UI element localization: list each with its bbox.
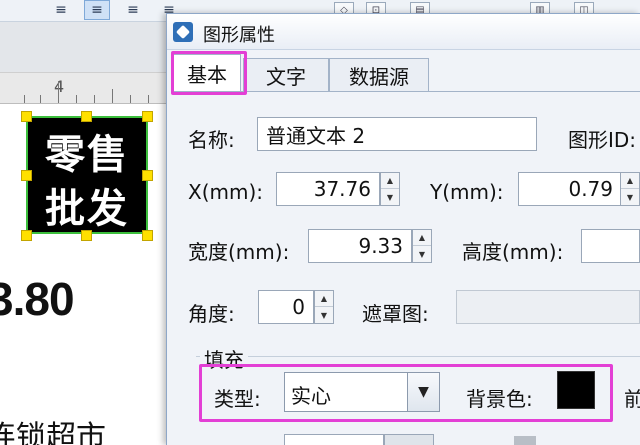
y-input[interactable]: 0.79 [518, 172, 622, 206]
spin-down-icon[interactable]: ▼ [315, 307, 333, 323]
canvas-margin [0, 22, 166, 72]
dialog-title: 图形属性 [203, 25, 275, 46]
resize-handle[interactable] [21, 170, 32, 181]
x-spinner[interactable]: ▲ ▼ [380, 172, 400, 206]
foreground-color-label: 前 [624, 387, 640, 411]
resize-handle[interactable] [21, 230, 32, 241]
spin-down-icon[interactable]: ▼ [413, 246, 431, 262]
shape-id-label: 图形ID: [568, 128, 637, 152]
tab-data-source[interactable]: 数据源 [329, 58, 429, 92]
width-spinner[interactable]: ▲ ▼ [412, 229, 432, 263]
spin-up-icon[interactable]: ▲ [381, 173, 399, 189]
label-line-2: 批发 [45, 186, 129, 232]
spin-up-icon[interactable]: ▲ [413, 230, 431, 246]
partial-control[interactable] [514, 436, 536, 445]
y-spinner[interactable]: ▲ ▼ [620, 172, 640, 206]
partial-control[interactable] [384, 434, 434, 445]
x-input[interactable]: 37.76 [276, 172, 380, 206]
dialog-titlebar[interactable]: 图形属性 [167, 14, 640, 50]
label-line-1: 零售 [45, 132, 129, 178]
tab-text[interactable]: 文字 [243, 58, 329, 92]
angle-spinner[interactable]: ▲ ▼ [314, 290, 334, 324]
tab-highlight-annotation [171, 51, 247, 95]
horizontal-ruler: 4 [0, 72, 166, 104]
height-label: 高度(mm): [462, 240, 564, 264]
width-input[interactable]: 9.33 [308, 229, 412, 263]
x-label: X(mm): [188, 180, 264, 204]
name-input[interactable]: 普通文本 2 [257, 117, 537, 151]
mask-image-input [456, 290, 640, 324]
spin-down-icon[interactable]: ▼ [621, 189, 639, 205]
fill-group-border [196, 356, 640, 357]
y-label: Y(mm): [430, 180, 504, 204]
resize-handle[interactable] [81, 230, 92, 241]
resize-handle[interactable] [21, 111, 32, 122]
spin-down-icon[interactable]: ▼ [381, 189, 399, 205]
app-icon [173, 22, 193, 42]
width-label: 宽度(mm): [188, 240, 290, 264]
fill-highlight-annotation [199, 364, 613, 422]
mask-image-label: 遮罩图: [362, 302, 429, 326]
shop-name-text[interactable]: 连锁超市 [0, 412, 106, 445]
angle-input[interactable]: 0 [258, 290, 314, 324]
align-right-icon[interactable]: ≡ [120, 0, 146, 20]
price-text[interactable]: 3.80 [0, 272, 75, 326]
resize-handle[interactable] [81, 111, 92, 122]
name-label: 名称: [188, 128, 235, 152]
align-center-icon[interactable]: ≡ [84, 0, 110, 20]
ruler-number: 4 [54, 77, 65, 96]
resize-handle[interactable] [142, 230, 153, 241]
spin-up-icon[interactable]: ▲ [315, 291, 333, 307]
resize-handle[interactable] [142, 170, 153, 181]
partial-input[interactable] [284, 434, 384, 445]
align-left-icon[interactable]: ≡ [48, 0, 74, 20]
height-input[interactable] [581, 229, 640, 263]
spin-up-icon[interactable]: ▲ [621, 173, 639, 189]
label-text-object[interactable]: 零售 批发 [26, 116, 148, 234]
angle-label: 角度: [188, 302, 235, 326]
resize-handle[interactable] [142, 111, 153, 122]
